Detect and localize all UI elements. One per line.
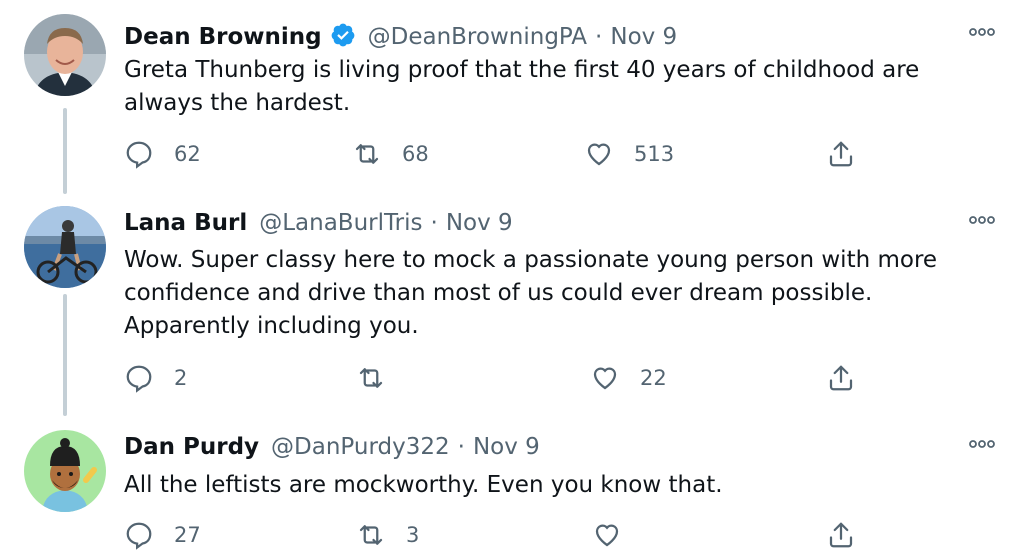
tweet-header: Dan Purdy @DanPurdy322 · Nov 9 — [124, 434, 540, 460]
verified-badge-icon — [330, 22, 356, 48]
reply-count: 2 — [174, 366, 188, 390]
separator-dot: · — [595, 24, 603, 50]
author-handle[interactable]: @DanPurdy322 — [271, 434, 450, 460]
tweet-date[interactable]: Nov 9 — [610, 24, 677, 50]
share-button[interactable] — [826, 361, 856, 395]
retweet-button[interactable] — [356, 361, 406, 395]
tweet[interactable]: Dean Browning @DeanBrowningPA · Nov 9 Gr… — [0, 0, 1017, 190]
more-icon[interactable] — [967, 210, 997, 230]
author-handle[interactable]: @LanaBurlTris — [259, 210, 422, 236]
reply-button[interactable]: 62 — [124, 137, 201, 171]
like-icon — [587, 143, 611, 166]
tweet-actions: 62 68 513 — [124, 137, 864, 171]
author-handle[interactable]: @DeanBrowningPA — [368, 24, 587, 50]
like-button[interactable] — [592, 518, 642, 552]
reply-icon — [126, 522, 152, 550]
separator-dot: · — [430, 210, 438, 236]
tweet-actions: 2 22 — [124, 361, 864, 395]
retweet-icon — [359, 525, 383, 545]
tweet-header: Lana Burl @LanaBurlTris · Nov 9 — [124, 210, 513, 236]
tweet-text: Greta Thunberg is living proof that the … — [124, 57, 920, 116]
tweet-text: All the leftists are mockworthy. Even yo… — [124, 472, 723, 498]
more-icon[interactable] — [967, 22, 997, 42]
author-name[interactable]: Lana Burl — [124, 210, 247, 236]
tweet-header: Dean Browning @DeanBrowningPA · Nov 9 — [124, 18, 677, 50]
avatar[interactable] — [24, 14, 106, 96]
reply-icon — [126, 365, 152, 393]
share-icon — [829, 365, 853, 391]
like-count: 513 — [634, 142, 675, 166]
like-button[interactable]: 513 — [584, 137, 674, 171]
tweet-actions: 27 3 — [124, 518, 864, 552]
share-icon — [829, 141, 853, 167]
avatar[interactable] — [24, 430, 106, 512]
share-button[interactable] — [826, 518, 856, 552]
retweet-icon — [355, 144, 379, 164]
reply-icon — [126, 141, 152, 169]
share-icon — [829, 522, 853, 548]
tweet-date[interactable]: Nov 9 — [473, 434, 540, 460]
like-icon — [595, 524, 619, 547]
retweet-count: 3 — [406, 523, 420, 547]
more-icon[interactable] — [967, 434, 997, 454]
like-button[interactable]: 22 — [590, 361, 667, 395]
author-name[interactable]: Dan Purdy — [124, 434, 259, 460]
tweet[interactable]: Lana Burl @LanaBurlTris · Nov 9 Wow. Sup… — [0, 190, 1017, 414]
reply-count: 62 — [174, 142, 201, 166]
retweet-button[interactable]: 3 — [356, 518, 419, 552]
share-button[interactable] — [826, 137, 856, 171]
reply-count: 27 — [174, 523, 201, 547]
tweet[interactable]: Dan Purdy @DanPurdy322 · Nov 9 All the l… — [0, 414, 1017, 559]
like-count: 22 — [640, 366, 667, 390]
avatar[interactable] — [24, 206, 106, 288]
author-name[interactable]: Dean Browning — [124, 24, 322, 50]
like-icon — [593, 367, 617, 390]
reply-button[interactable]: 27 — [124, 518, 201, 552]
separator-dot: · — [457, 434, 465, 460]
reply-button[interactable]: 2 — [124, 361, 187, 395]
tweet-text: Wow. Super classy here to mock a passion… — [124, 247, 938, 339]
tweet-date[interactable]: Nov 9 — [446, 210, 513, 236]
retweet-icon — [359, 368, 383, 388]
retweet-button[interactable]: 68 — [352, 137, 429, 171]
retweet-count: 68 — [402, 142, 429, 166]
